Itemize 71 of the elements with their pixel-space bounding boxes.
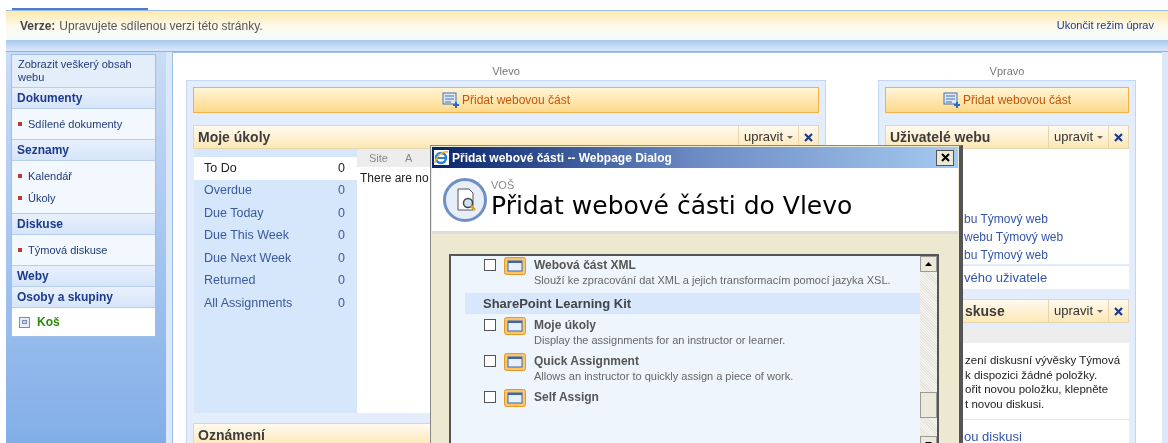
close-icon[interactable] xyxy=(1113,131,1124,143)
zone-title: Vpravo xyxy=(988,64,1026,79)
web-part-title: Uživatelé webu xyxy=(890,127,991,147)
web-part-name: Self Assign xyxy=(534,389,599,405)
site-link[interactable]: webu Týmový web xyxy=(964,228,1129,246)
scrollbar[interactable] xyxy=(920,256,937,443)
filter-tab[interactable]: Overdue 0 xyxy=(194,179,357,202)
filter-tab[interactable]: All Assignments 0 xyxy=(194,292,357,315)
dialog-heading: Přidat webové části do Vlevo xyxy=(491,190,853,221)
exit-edit-link[interactable]: Ukončit režim úprav xyxy=(1056,17,1154,34)
nav-link[interactable]: Kalendář xyxy=(28,167,73,185)
web-part-name: Moje úkoly xyxy=(534,317,597,333)
checkbox[interactable] xyxy=(484,319,496,331)
bullet-icon xyxy=(18,174,22,178)
recycle-bin-icon xyxy=(18,315,31,329)
bullet-icon xyxy=(18,196,22,200)
web-part-description: Allows an instructor to quickly assign a piece of work. xyxy=(534,369,794,383)
filter-tab[interactable]: Returned 0 xyxy=(194,269,357,292)
new-discussion-link[interactable]: ou diskusi xyxy=(964,429,1022,443)
column-header: Site xyxy=(368,150,389,166)
column-header: A xyxy=(405,150,413,166)
edit-menu-button[interactable]: upravit xyxy=(1047,126,1108,148)
nav-link[interactable]: Úkoly xyxy=(28,189,56,207)
web-part-icon xyxy=(504,257,526,275)
web-part-icon xyxy=(504,317,526,335)
filter-tab[interactable]: To Do 0 xyxy=(194,157,357,180)
web-part-description: Slouží ke zpracování dat XML a jejich transformacím pomocí jazyka XSL. xyxy=(534,273,891,287)
edit-menu-button[interactable]: upravit xyxy=(1047,300,1108,322)
version-label: Verze: xyxy=(20,17,56,35)
close-icon[interactable] xyxy=(803,131,814,143)
search-document-icon xyxy=(443,177,487,222)
recycle-bin-link[interactable]: Koš xyxy=(37,313,60,331)
dropdown-caret-icon xyxy=(1097,309,1103,313)
bullet-icon xyxy=(18,122,22,126)
site-link[interactable]: bu Týmový web xyxy=(964,246,1129,264)
close-icon xyxy=(940,153,950,162)
site-name: VOŠ xyxy=(491,178,516,191)
bullet-icon xyxy=(18,248,22,252)
browser-icon xyxy=(434,150,449,165)
add-icon xyxy=(942,91,961,109)
web-part-title: Oznámení xyxy=(198,425,265,443)
web-part-title: skuse xyxy=(965,301,1005,321)
web-part-title: Moje úkoly xyxy=(198,127,271,147)
checkbox[interactable] xyxy=(484,355,496,367)
checkbox[interactable] xyxy=(484,391,496,403)
filter-tab[interactable]: Due Next Week 0 xyxy=(194,247,357,270)
add-web-part-button[interactable]: Přidat webovou část xyxy=(193,87,819,113)
dropdown-caret-icon xyxy=(787,135,793,139)
nav-section-heading[interactable]: Weby xyxy=(17,267,49,285)
add-user-link[interactable]: vého uživatele xyxy=(964,267,1048,288)
scroll-up-button[interactable] xyxy=(920,256,937,272)
web-part-name: Quick Assignment xyxy=(534,353,640,369)
filter-tab[interactable]: Due This Week 0 xyxy=(194,224,357,247)
zone-title: Vlevo xyxy=(491,64,521,79)
version-message: Upravujete sdílenou verzi této stránky. xyxy=(59,17,263,35)
add-web-part-button[interactable]: Přidat webovou část xyxy=(885,87,1129,113)
scroll-thumb[interactable] xyxy=(920,392,937,418)
filter-tab[interactable]: Due Today 0 xyxy=(194,202,357,225)
web-part-icon xyxy=(504,389,526,407)
web-part-icon xyxy=(504,353,526,371)
web-part-description: Display the assignments for an instructor or learner. xyxy=(534,333,786,347)
empty-message: There are no xyxy=(359,170,429,187)
add-icon xyxy=(441,91,460,109)
web-part-name: Webová část XML xyxy=(534,257,637,273)
group-heading: SharePoint Learning Kit xyxy=(465,293,920,314)
dropdown-caret-icon xyxy=(1097,135,1103,139)
dialog-title: Přidat webové části -- Webpage Dialog xyxy=(452,149,673,167)
site-link[interactable]: bu Týmový web xyxy=(964,210,1129,228)
close-button[interactable] xyxy=(936,149,954,166)
checkbox[interactable] xyxy=(484,259,496,271)
close-icon[interactable] xyxy=(1113,305,1124,317)
